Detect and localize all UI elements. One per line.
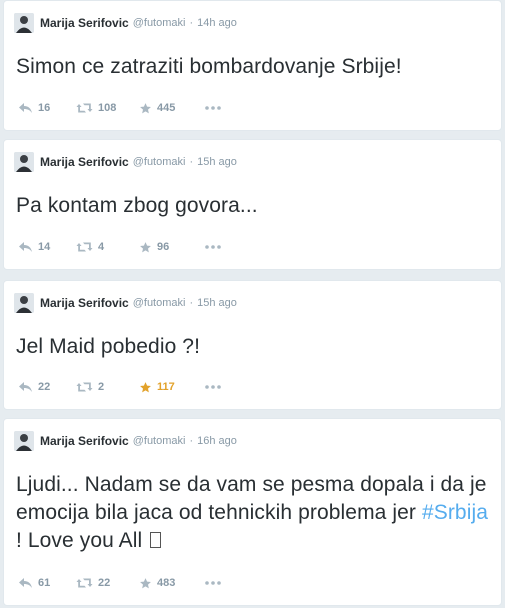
reply-icon xyxy=(19,382,32,392)
author-name[interactable]: Marija Serifovic xyxy=(40,16,129,30)
tweet-text: Simon ce zatraziti bombardovanje Srbije! xyxy=(16,55,402,78)
separator: · xyxy=(189,17,194,29)
reply-button[interactable]: 22 xyxy=(18,381,76,393)
retweet-button[interactable]: 22 xyxy=(76,577,139,589)
separator: · xyxy=(189,435,194,447)
tweet-card[interactable]: Marija Serifovic @futomaki · 15h ago Jel… xyxy=(3,280,502,410)
tweet-timestamp[interactable]: 14h ago xyxy=(197,17,237,29)
tweet-timestamp[interactable]: 15h ago xyxy=(197,297,237,309)
favorite-count: 96 xyxy=(157,241,170,253)
separator: · xyxy=(189,156,194,168)
author-handle[interactable]: @futomaki xyxy=(133,156,186,168)
reply-count: 14 xyxy=(38,241,51,253)
more-button[interactable] xyxy=(205,385,221,389)
author-name[interactable]: Marija Serifovic xyxy=(40,434,129,448)
more-button[interactable] xyxy=(205,581,221,585)
tweet-card[interactable]: Marija Serifovic @futomaki · 15h ago Pa … xyxy=(3,139,502,270)
tweet-timestamp[interactable]: 15h ago xyxy=(197,156,237,168)
more-icon xyxy=(205,385,221,389)
star-icon xyxy=(140,381,151,392)
tweet-text: Ljudi... Nadam se da vam se pesma dopala… xyxy=(16,471,489,555)
tweet-card[interactable]: Marija Serifovic @futomaki · 14h ago Sim… xyxy=(3,0,502,131)
author-name[interactable]: Marija Serifovic xyxy=(40,296,129,310)
tweet-header: Marija Serifovic @futomaki · 14h ago xyxy=(14,13,237,33)
tweet-text: Pa kontam zbog govora... xyxy=(16,194,258,217)
favorite-button[interactable]: 483 xyxy=(139,577,197,590)
favorite-button[interactable]: 117 xyxy=(139,381,197,394)
avatar[interactable] xyxy=(14,293,34,313)
retweet-button[interactable]: 4 xyxy=(76,241,139,253)
reply-button[interactable]: 61 xyxy=(18,577,76,589)
author-name[interactable]: Marija Serifovic xyxy=(40,155,129,169)
favorite-count: 445 xyxy=(157,102,176,114)
more-icon xyxy=(205,581,221,585)
reply-icon xyxy=(19,103,32,113)
favorite-button[interactable]: 96 xyxy=(139,241,197,254)
tweet-text: Jel Maid pobedio ?! xyxy=(16,335,201,358)
retweet-count: 4 xyxy=(98,241,105,253)
reply-count: 22 xyxy=(38,381,51,393)
avatar[interactable] xyxy=(14,13,34,33)
hashtag-link[interactable]: #Srbija xyxy=(422,501,488,524)
retweet-button[interactable]: 108 xyxy=(76,102,139,114)
more-button[interactable] xyxy=(205,245,221,249)
star-icon xyxy=(140,102,151,113)
tweet-actions: 61 22 483 xyxy=(18,575,221,591)
retweet-icon xyxy=(76,103,93,113)
retweet-button[interactable]: 2 xyxy=(76,381,139,393)
avatar[interactable] xyxy=(14,152,34,172)
tweet-actions: 14 4 96 xyxy=(18,239,221,255)
retweet-count: 108 xyxy=(98,102,117,114)
missing-glyph-icon xyxy=(150,532,162,548)
retweet-count: 2 xyxy=(98,381,105,393)
star-icon xyxy=(140,577,151,588)
favorite-count: 117 xyxy=(157,381,175,393)
reply-button[interactable]: 14 xyxy=(18,241,76,253)
tweet-header: Marija Serifovic @futomaki · 16h ago xyxy=(14,431,237,451)
tweet-actions: 22 2 117 xyxy=(18,379,221,395)
reply-button[interactable]: 16 xyxy=(18,102,76,114)
reply-count: 61 xyxy=(38,577,51,589)
tweet-actions: 16 108 445 xyxy=(18,100,221,116)
avatar[interactable] xyxy=(14,431,34,451)
more-icon xyxy=(205,106,221,110)
retweet-icon xyxy=(76,578,93,588)
reply-count: 16 xyxy=(38,102,51,114)
retweet-icon xyxy=(76,382,93,392)
author-handle[interactable]: @futomaki xyxy=(133,435,186,447)
separator: · xyxy=(189,297,194,309)
author-handle[interactable]: @futomaki xyxy=(133,297,186,309)
retweet-count: 22 xyxy=(98,577,111,589)
star-icon xyxy=(140,241,151,252)
retweet-icon xyxy=(76,242,93,252)
tweet-card[interactable]: Marija Serifovic @futomaki · 16h ago Lju… xyxy=(3,418,502,606)
tweet-text-part: Ljudi... Nadam se da vam se pesma dopala… xyxy=(16,473,487,524)
favorite-button[interactable]: 445 xyxy=(139,102,197,115)
tweet-timestamp[interactable]: 16h ago xyxy=(197,435,237,447)
tweet-text-part: ! Love you All xyxy=(16,529,149,552)
more-button[interactable] xyxy=(205,106,221,110)
author-handle[interactable]: @futomaki xyxy=(133,17,186,29)
reply-icon xyxy=(19,578,32,588)
reply-icon xyxy=(19,242,32,252)
more-icon xyxy=(205,245,221,249)
tweet-header: Marija Serifovic @futomaki · 15h ago xyxy=(14,152,237,172)
favorite-count: 483 xyxy=(157,577,176,589)
tweet-header: Marija Serifovic @futomaki · 15h ago xyxy=(14,293,237,313)
